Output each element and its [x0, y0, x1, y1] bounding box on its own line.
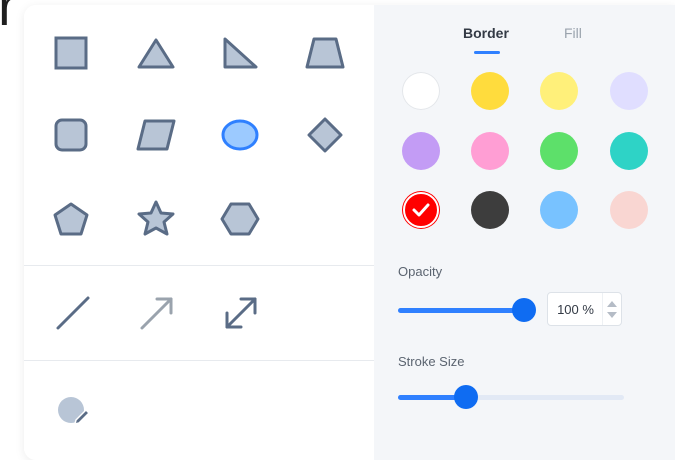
- color-swatch[interactable]: [471, 72, 509, 110]
- square-icon: [54, 36, 88, 70]
- stroke-size-label: Stroke Size: [398, 354, 465, 369]
- decrement-icon[interactable]: [607, 312, 617, 318]
- tab-border[interactable]: Border: [463, 25, 509, 41]
- pen-fill-tool-button[interactable]: [51, 387, 95, 431]
- check-icon: [403, 192, 439, 228]
- rounded-square-icon: [54, 118, 88, 152]
- rounded-square-shape-button[interactable]: [49, 113, 93, 157]
- style-settings-panel: Border Fill Opacity 100 % Stroke Size: [374, 5, 675, 460]
- active-tab-indicator: [474, 51, 500, 54]
- hexagon-shape-button[interactable]: [218, 197, 262, 241]
- arrow-icon: [140, 297, 173, 330]
- color-swatch-selected[interactable]: [402, 191, 440, 229]
- opacity-slider-thumb[interactable]: [512, 298, 536, 322]
- ellipse-shape-button[interactable]: [218, 113, 262, 157]
- diamond-shape-button[interactable]: [303, 113, 347, 157]
- trapezoid-icon: [305, 37, 345, 69]
- stroke-size-slider[interactable]: [398, 385, 624, 409]
- diamond-icon: [307, 117, 343, 153]
- triangle-icon: [137, 38, 175, 69]
- arrow-tool-button[interactable]: [135, 291, 179, 335]
- color-swatch[interactable]: [540, 191, 578, 229]
- double-arrow-icon: [225, 297, 257, 329]
- pen-fill-icon: [58, 397, 90, 425]
- increment-icon[interactable]: [607, 301, 617, 307]
- line-tool-button[interactable]: [51, 291, 95, 335]
- hexagon-icon: [220, 202, 260, 236]
- triangle-shape-button[interactable]: [134, 31, 178, 75]
- ellipse-icon: [221, 119, 259, 151]
- opacity-value: 100 %: [557, 302, 594, 317]
- color-swatch[interactable]: [540, 72, 578, 110]
- color-swatch[interactable]: [471, 132, 509, 170]
- double-arrow-tool-button[interactable]: [219, 291, 263, 335]
- opacity-stepper: [602, 293, 621, 325]
- right-triangle-icon: [223, 37, 258, 69]
- color-swatch[interactable]: [471, 191, 509, 229]
- opacity-slider-fill: [398, 308, 524, 313]
- shape-style-panel: Border Fill Opacity 100 % Stroke Size: [24, 5, 675, 460]
- star-shape-button[interactable]: [134, 197, 178, 241]
- parallelogram-shape-button[interactable]: [134, 113, 178, 157]
- opacity-label: Opacity: [398, 264, 443, 279]
- stroke-size-slider-thumb[interactable]: [454, 385, 478, 409]
- right-triangle-shape-button[interactable]: [218, 31, 262, 75]
- opacity-input[interactable]: 100 %: [547, 292, 622, 326]
- color-swatch[interactable]: [540, 132, 578, 170]
- opacity-slider[interactable]: [398, 298, 536, 322]
- tab-fill[interactable]: Fill: [564, 25, 582, 41]
- lines-divider: [24, 360, 374, 361]
- pentagon-icon: [53, 202, 89, 236]
- color-swatch[interactable]: [402, 72, 440, 110]
- color-swatch[interactable]: [610, 132, 648, 170]
- shapes-panel: [24, 5, 374, 460]
- background-text: r: [0, 0, 17, 37]
- square-shape-button[interactable]: [49, 31, 93, 75]
- pentagon-shape-button[interactable]: [49, 197, 93, 241]
- shapes-divider: [24, 265, 374, 266]
- color-swatch[interactable]: [610, 72, 648, 110]
- trapezoid-shape-button[interactable]: [303, 31, 347, 75]
- line-icon: [56, 296, 90, 330]
- star-icon: [137, 200, 175, 236]
- parallelogram-icon: [136, 119, 176, 151]
- color-swatch[interactable]: [610, 191, 648, 229]
- color-swatch[interactable]: [402, 132, 440, 170]
